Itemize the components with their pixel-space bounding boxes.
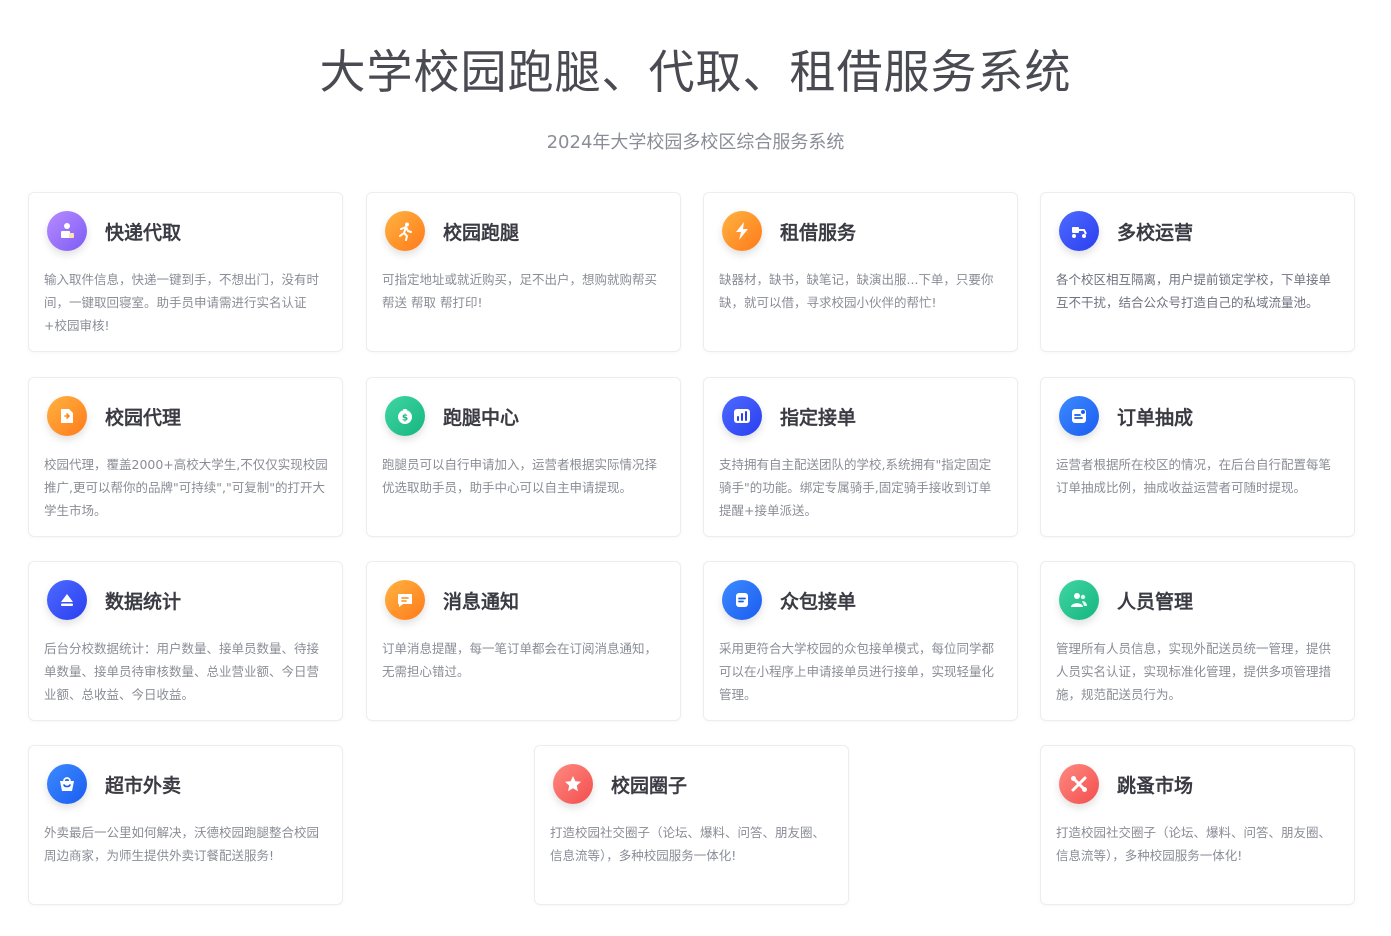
money-bag-icon: $ (385, 396, 425, 436)
feature-card-errand[interactable]: 校园跑腿 可指定地址或就近购买，足不出户，想购就购帮买 帮送 帮取 帮打印! (366, 192, 681, 352)
feature-card-title: 人员管理 (1117, 591, 1194, 613)
feature-card-description: 运营者根据所在校区的情况，在后台自行配置每笔订单抽成比例，抽成收益运营者可随时提… (1056, 457, 1332, 495)
running-person-icon (385, 211, 425, 251)
tools-icon (1059, 764, 1099, 804)
feature-card-notifications[interactable]: 消息通知 订单消息提醒，每一笔订单都会在订阅消息通知，无需担心错过。 (366, 561, 681, 721)
chart-icon (722, 396, 762, 436)
feature-card-title: 订单抽成 (1117, 407, 1194, 429)
feature-card-title: 众包接单 (780, 591, 857, 613)
feature-card-crowdsourcing[interactable]: 众包接单 采用更符合大学校园的众包接单模式，每位同学都可以在小程序上申请接单员进… (703, 561, 1018, 721)
document-icon (722, 580, 762, 620)
feature-card-description: 校园代理，覆盖2000+高校大学生,不仅仅实现校园推广,更可以帮你的品牌"可持续… (44, 457, 328, 518)
star-icon (553, 764, 593, 804)
feature-card-staff-management[interactable]: 人员管理 管理所有人员信息，实现外配送员统一管理，提供人员实名认证，实现标准化管… (1040, 561, 1355, 721)
feature-card-assigned-orders[interactable]: 指定接单 支持拥有自主配送团队的学校,系统拥有"指定固定骑手"的功能。绑定专属骑… (703, 377, 1018, 537)
feature-card-description: 打造校园社交圈子（论坛、爆料、问答、朋友圈、信息流等），多种校园服务一体化! (550, 825, 826, 863)
feature-card-campus-agent[interactable]: 校园代理 校园代理，覆盖2000+高校大学生,不仅仅实现校园推广,更可以帮你的品… (28, 377, 343, 537)
page-subtitle: 2024年大学校园多校区综合服务系统 (546, 132, 845, 153)
feature-card-title: 跳蚤市场 (1117, 775, 1194, 797)
feature-card-errand-center[interactable]: $ 跑腿中心 跑腿员可以自行申请加入，运营者根据实际情况择优选取助手员，助手中心… (366, 377, 681, 537)
feature-card-commission[interactable]: 订单抽成 运营者根据所在校区的情况，在后台自行配置每笔订单抽成比例，抽成收益运营… (1040, 377, 1355, 537)
feature-card-description: 打造校园社交圈子（论坛、爆料、问答、朋友圈、信息流等），多种校园服务一体化! (1056, 825, 1332, 863)
feature-card-title: 指定接单 (780, 407, 857, 429)
basket-icon (47, 764, 87, 804)
feature-card-flea-market[interactable]: 跳蚤市场 打造校园社交圈子（论坛、爆料、问答、朋友圈、信息流等），多种校园服务一… (1040, 745, 1355, 905)
agent-icon (47, 396, 87, 436)
feature-card-rental[interactable]: 租借服务 缺器材，缺书，缺笔记，缺演出服...下单，只要你缺，就可以借，寻求校园… (703, 192, 1018, 352)
feature-card-description: 采用更符合大学校园的众包接单模式，每位同学都可以在小程序上申请接单员进行接单，实… (719, 641, 995, 702)
feature-card-description: 缺器材，缺书，缺笔记，缺演出服...下单，只要你缺，就可以借，寻求校园小伙伴的帮… (719, 272, 994, 310)
order-icon (1059, 396, 1099, 436)
svg-text:$: $ (402, 414, 408, 424)
people-icon (1059, 580, 1099, 620)
feature-card-title: 校园跑腿 (443, 222, 520, 244)
feature-card-title: 消息通知 (443, 591, 520, 613)
feature-card-title: 跑腿中心 (443, 407, 520, 429)
feature-card-title: 快递代取 (105, 222, 182, 244)
stats-icon (47, 580, 87, 620)
feature-card-supermarket-delivery[interactable]: 超市外卖 外卖最后一公里如何解决，沃德校园跑腿整合校园周边商家，为师生提供外卖订… (28, 745, 343, 905)
feature-card-title: 多校运营 (1117, 222, 1194, 244)
feature-card-title: 校园圈子 (611, 775, 688, 797)
feature-card-description: 跑腿员可以自行申请加入，运营者根据实际情况择优选取助手员，助手中心可以自主申请提… (382, 457, 658, 495)
feature-card-description: 后台分校数据统计：用户数量、接单员数量、待接单数量、接单员待审核数量、总业营业额… (44, 641, 320, 702)
feature-card-express[interactable]: 快递代取 输入取件信息，快递一键到手，不想出门，没有时间，一键取回寝室。助手员申… (28, 192, 343, 352)
feature-card-multi-campus[interactable]: 多校运营 各个校区相互隔离，用户提前锁定学校，下单接单互不干扰，结合公众号打造自… (1040, 192, 1355, 352)
lightning-icon (722, 211, 762, 251)
feature-card-title: 校园代理 (105, 407, 182, 429)
message-icon (385, 580, 425, 620)
feature-card-description: 订单消息提醒，每一笔订单都会在订阅消息通知，无需担心错过。 (382, 641, 658, 679)
scooter-icon (1059, 211, 1099, 251)
feature-card-title: 超市外卖 (105, 775, 182, 797)
feature-card-description: 输入取件信息，快递一键到手，不想出门，没有时间，一键取回寝室。助手员申请需进行实… (44, 272, 320, 333)
feature-card-description: 支持拥有自主配送团队的学校,系统拥有"指定固定骑手"的功能。绑定专属骑手,固定骑… (719, 457, 992, 518)
feature-card-title: 数据统计 (105, 591, 182, 613)
feature-card-description: 外卖最后一公里如何解决，沃德校园跑腿整合校园周边商家，为师生提供外卖订餐配送服务… (44, 825, 320, 863)
package-person-icon (47, 211, 87, 251)
page-title: 大学校园跑腿、代取、租借服务系统 (319, 45, 1072, 99)
feature-card-description: 各个校区相互隔离，用户提前锁定学校，下单接单互不干扰，结合公众号打造自己的私域流… (1056, 272, 1332, 310)
feature-card-statistics[interactable]: 数据统计 后台分校数据统计：用户数量、接单员数量、待接单数量、接单员待审核数量、… (28, 561, 343, 721)
feature-card-description: 管理所有人员信息，实现外配送员统一管理，提供人员实名认证，实现标准化管理，提供多… (1056, 641, 1332, 702)
feature-card-campus-circle[interactable]: 校园圈子 打造校园社交圈子（论坛、爆料、问答、朋友圈、信息流等），多种校园服务一… (534, 745, 849, 905)
feature-card-description: 可指定地址或就近购买，足不出户，想购就购帮买 帮送 帮取 帮打印! (382, 272, 658, 310)
feature-card-title: 租借服务 (780, 222, 857, 244)
